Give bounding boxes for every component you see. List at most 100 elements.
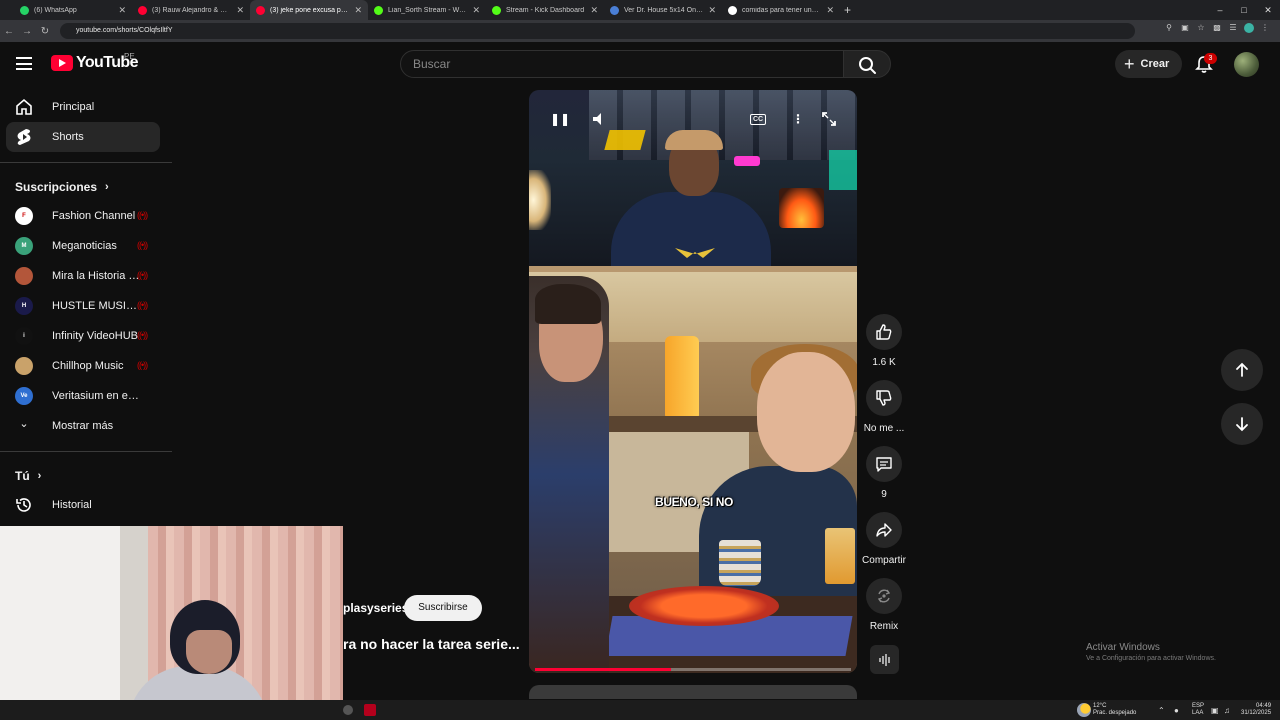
activate-windows-title: Activar Windows <box>1086 642 1160 653</box>
captions-icon[interactable]: CC <box>750 114 767 125</box>
volume-icon[interactable] <box>591 110 609 128</box>
search-placeholder: Buscar <box>413 57 451 71</box>
sidebar-item-historial[interactable]: Historial <box>0 490 172 520</box>
browser-tab[interactable]: (6) WhatsApp ✕ <box>14 0 132 20</box>
short-channel-name[interactable]: plasyseries <box>343 601 408 615</box>
man-figure <box>529 276 609 673</box>
channel-avatar <box>15 357 33 375</box>
browser-menu-icon[interactable]: ⋮ <box>1260 23 1270 33</box>
forward-button[interactable]: → <box>18 26 36 37</box>
you-header[interactable]: Tú › <box>0 462 172 490</box>
subscription-item[interactable]: M Meganoticias ((•)) <box>0 231 172 261</box>
channel-name: Mira la Historia / Mira la Historia <box>52 270 140 282</box>
taskbar-app-icon[interactable] <box>343 705 353 715</box>
next-short-preview[interactable] <box>529 685 857 699</box>
tab-close-icon[interactable]: ✕ <box>354 5 362 16</box>
subscriptions-header[interactable]: Suscripciones › <box>0 173 172 201</box>
sidebar-item-principal[interactable]: Principal <box>0 92 172 122</box>
sidebar-divider <box>0 451 172 452</box>
tab-close-icon[interactable]: ✕ <box>826 5 834 16</box>
remix-label: Remix <box>869 621 899 632</box>
show-more-button[interactable]: ⌄ Mostrar más <box>0 411 172 441</box>
tab-close-icon[interactable]: ✕ <box>236 5 244 16</box>
language-indicator[interactable]: ESP LAA <box>1192 703 1204 717</box>
tab-close-icon[interactable]: ✕ <box>590 5 598 16</box>
extensions-icon[interactable]: ▩ <box>1212 23 1222 33</box>
like-action: 1.6 K <box>860 314 908 368</box>
sidebar-item-shorts[interactable]: Shorts <box>6 122 160 152</box>
progress-bar[interactable] <box>535 668 851 671</box>
taskbar-app-icon[interactable] <box>364 704 376 716</box>
next-short-button[interactable] <box>1221 403 1263 445</box>
tab-close-icon[interactable]: ✕ <box>708 5 716 16</box>
browser-tab[interactable]: (3) Rauw Alejandro & Chencho ✕ <box>132 0 250 20</box>
sidebar-icon[interactable]: ☰ <box>1228 23 1238 33</box>
pause-icon[interactable]: ❚❚ <box>550 110 570 128</box>
subscription-item[interactable]: H HUSTLE MUSIC (Hustle Music)((•)) <box>0 291 172 321</box>
speaker-icon[interactable]: ♫ <box>1224 706 1230 715</box>
browser-tab[interactable]: Lian_Sorth Stream - Watch Live ✕ <box>368 0 486 20</box>
microphone-icon[interactable]: ● <box>1174 706 1179 715</box>
sidebar-item-label: Principal <box>52 101 95 113</box>
menu-hamburger-icon[interactable] <box>16 57 32 70</box>
browser-tab[interactable]: Stream - Kick Dashboard ✕ <box>486 0 604 20</box>
tab-close-icon[interactable]: ✕ <box>118 5 126 16</box>
browser-tab[interactable]: (3) jeke pone excusa para no ✕ <box>250 0 368 20</box>
reload-button[interactable]: ↻ <box>36 26 54 37</box>
streamer-frame <box>529 90 857 272</box>
browser-tab[interactable]: Ver Dr. House 5x14 Online ✕ <box>604 0 722 20</box>
activate-windows-subtitle: Ve a Configuración para activar Windows. <box>1086 655 1216 662</box>
weather-widget[interactable]: 12°C Prac. despejado <box>1093 703 1136 717</box>
comments-button[interactable] <box>866 446 902 482</box>
tab-close-icon[interactable]: ✕ <box>472 5 480 16</box>
thumbs-up-icon <box>876 324 892 340</box>
like-button[interactable] <box>866 314 902 350</box>
search-input[interactable]: Buscar <box>400 50 844 78</box>
home-icon <box>16 98 32 115</box>
create-button[interactable]: + Crear <box>1115 50 1182 78</box>
browser-profile-icon[interactable] <box>1244 23 1254 33</box>
zoom-icon[interactable]: ⚲ <box>1164 23 1174 33</box>
sidebar: Principal Shorts Suscripciones › F Fashio… <box>0 92 172 520</box>
live-indicator-icon: ((•)) <box>137 210 148 220</box>
bookmark-star-icon[interactable]: ☆ <box>1196 23 1206 33</box>
channel-name: Infinity VideoHUB <box>52 330 139 342</box>
cast-icon[interactable]: ▣ <box>1180 23 1190 33</box>
short-video-player[interactable]: BUENO, SI NO ❚❚ CC ⋮ <box>529 90 857 673</box>
maximize-button[interactable]: □ <box>1232 0 1256 20</box>
juice-glass <box>825 528 855 584</box>
remix-button[interactable] <box>866 578 902 614</box>
user-avatar[interactable] <box>1234 52 1259 77</box>
browser-tab-bar: (6) WhatsApp✕(3) Rauw Alejandro & Chench… <box>0 0 1280 20</box>
new-tab-button[interactable]: + <box>844 3 851 17</box>
address-bar[interactable]: youtube.com/shorts/COlqfsIltfY <box>60 23 1135 39</box>
minimize-button[interactable]: – <box>1208 0 1232 20</box>
network-icon[interactable]: ▣ <box>1211 706 1219 715</box>
fullscreen-icon[interactable] <box>820 110 838 128</box>
url-text: youtube.com/shorts/COlqfsIltfY <box>76 27 173 34</box>
short-title[interactable]: ra no hacer la tarea serie... <box>343 636 520 652</box>
youtube-header: YouTube PE Buscar + Crear 3 <box>0 42 1280 86</box>
previous-short-button[interactable] <box>1221 349 1263 391</box>
tray-chevron-icon[interactable]: ⌃ <box>1158 706 1165 715</box>
subscription-item[interactable]: Ve Veritasium en español <box>0 381 172 411</box>
search-button[interactable] <box>843 50 891 78</box>
share-button[interactable] <box>866 512 902 548</box>
tab-favicon-icon <box>256 5 265 15</box>
back-button[interactable]: ← <box>0 26 18 37</box>
weather-icon[interactable] <box>1077 703 1091 717</box>
close-window-button[interactable]: ✕ <box>1256 0 1280 20</box>
subscription-item[interactable]: i Infinity VideoHUB ((•)) <box>0 321 172 351</box>
browser-tab[interactable]: comidas para tener una buena ✕ <box>722 0 840 20</box>
subscription-item[interactable]: Chillhop Music ((•)) <box>0 351 172 381</box>
clock[interactable]: 04:49 31/12/2025 <box>1241 703 1271 717</box>
sound-button[interactable] <box>870 645 899 674</box>
share-icon <box>876 523 892 537</box>
subscribe-button[interactable]: Suscribirse <box>404 595 482 621</box>
more-options-icon[interactable]: ⋮ <box>789 110 807 128</box>
dislike-button[interactable] <box>866 380 902 416</box>
subscription-item[interactable]: Mira la Historia / Mira la Historia((•)) <box>0 261 172 291</box>
plus-icon: + <box>1124 54 1135 74</box>
webcam-overlay <box>0 526 343 720</box>
subscription-item[interactable]: F Fashion Channel ((•)) <box>0 201 172 231</box>
